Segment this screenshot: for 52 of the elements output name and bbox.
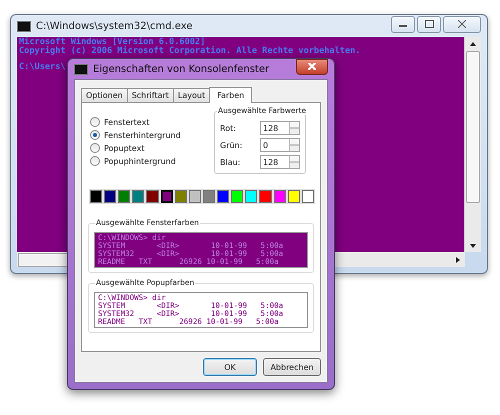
tab[interactable]: Optionen <box>81 88 128 102</box>
close-button[interactable] <box>443 16 481 33</box>
spin-field[interactable]: 128 <box>260 121 300 135</box>
color-swatch[interactable] <box>160 190 173 203</box>
console-icon <box>74 64 88 74</box>
radio-label: Popuptext <box>104 144 144 152</box>
color-swatch[interactable] <box>259 190 272 203</box>
color-swatch[interactable] <box>302 190 314 203</box>
color-swatch[interactable] <box>132 190 144 203</box>
field-label: Grün: <box>220 140 242 150</box>
color-swatch[interactable] <box>118 190 130 203</box>
close-button[interactable] <box>296 59 328 75</box>
field-label: Blau: <box>220 158 240 166</box>
radio-button[interactable] <box>90 156 100 166</box>
color-swatch[interactable] <box>90 190 102 203</box>
color-swatch[interactable] <box>104 190 116 203</box>
tab[interactable]: Layout <box>172 88 210 102</box>
console-line: C:\Users\ <box>19 63 66 72</box>
cancel-button[interactable]: Abbrechen <box>263 358 321 376</box>
ok-button[interactable]: OK <box>203 358 257 376</box>
radio-label: Popuphintergrund <box>104 156 176 166</box>
dialog-title: Eigenschaften von Konsolenfenster <box>93 64 270 74</box>
console-line: Copyright (c) 2006 Microsoft Corporation. Alle Rechte vorbehalten. <box>19 47 360 56</box>
spin-arrows-icon[interactable] <box>289 122 299 134</box>
console-line: Microsoft Windows [Version 6.0.6002] <box>19 38 206 47</box>
color-swatch[interactable] <box>288 190 300 203</box>
color-swatch[interactable] <box>174 190 187 203</box>
color-swatch[interactable] <box>146 190 159 203</box>
radio-button[interactable] <box>90 143 100 153</box>
minimize-button[interactable] <box>391 16 415 33</box>
console-icon <box>17 20 31 32</box>
radio-label: Fensterhintergrund <box>104 130 181 140</box>
color-swatch[interactable] <box>274 190 286 203</box>
radio-button[interactable] <box>90 130 100 140</box>
field-label: Rot: <box>220 124 236 132</box>
spin-field[interactable]: 128 <box>260 155 300 169</box>
scroll-thumb[interactable] <box>466 51 480 203</box>
radio-button[interactable] <box>90 117 100 127</box>
spin-arrows-icon[interactable] <box>289 139 299 151</box>
color-swatch[interactable] <box>217 190 230 203</box>
spin-arrows-icon[interactable] <box>289 156 299 168</box>
tab[interactable]: Schriftart <box>126 88 174 102</box>
color-swatch[interactable] <box>203 190 216 203</box>
color-swatch[interactable] <box>188 190 202 203</box>
tab[interactable]: Farben <box>209 87 252 103</box>
window-title: C:\Windows\system32\cmd.exe <box>36 20 194 32</box>
vertical-scrollbar[interactable] <box>464 37 481 252</box>
maximize-button[interactable] <box>417 16 441 33</box>
color-swatch[interactable] <box>231 190 244 203</box>
spin-field[interactable]: 0 <box>260 138 300 152</box>
color-swatch[interactable] <box>245 190 258 203</box>
radio-label: Fenstertext <box>104 118 150 126</box>
